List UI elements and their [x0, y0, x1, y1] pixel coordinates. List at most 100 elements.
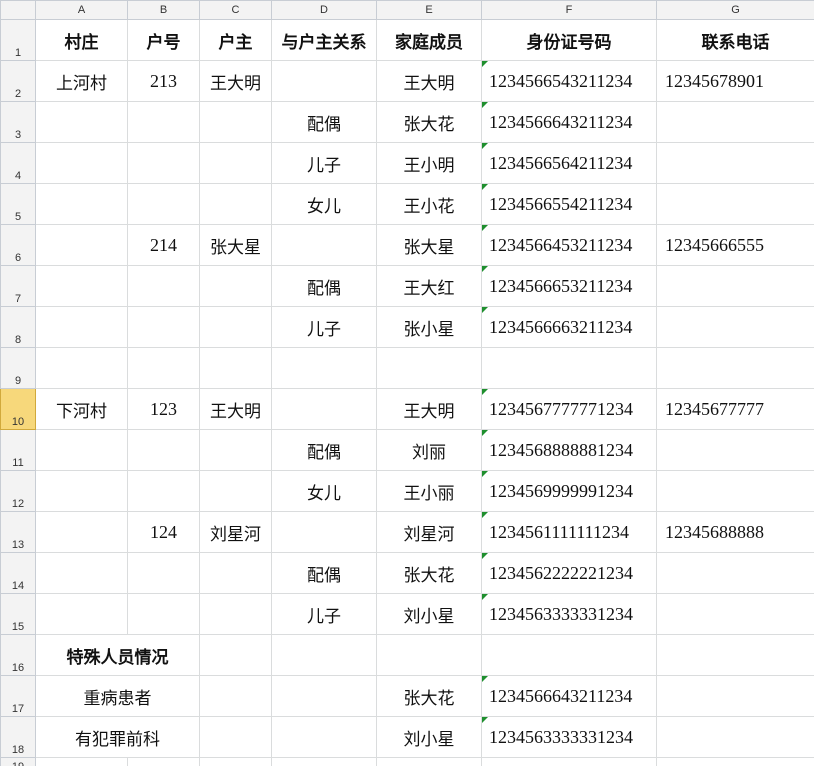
row-header[interactable]: 15	[0, 593, 36, 635]
cell-village[interactable]: 上河村	[35, 60, 128, 102]
row-header[interactable]: 3	[0, 101, 36, 143]
cell-member[interactable]: 王小花	[376, 183, 482, 225]
cell-village[interactable]	[35, 183, 128, 225]
cell-village[interactable]	[35, 265, 128, 307]
cell-village[interactable]	[35, 101, 128, 143]
cell-member[interactable]: 王大明	[376, 60, 482, 102]
cell-id-number[interactable]: 1234566643211234	[481, 101, 657, 143]
cell-household-no[interactable]: 124	[127, 511, 200, 553]
row-header[interactable]: 8	[0, 306, 36, 348]
cell-village[interactable]	[35, 552, 128, 594]
cell-member[interactable]: 张大星	[376, 224, 482, 266]
cell-member[interactable]: 张小星	[376, 306, 482, 348]
cell-member[interactable]: 王小丽	[376, 470, 482, 512]
cell-household-no[interactable]	[127, 347, 200, 389]
cell-household-no[interactable]	[127, 552, 200, 594]
cell-household-no[interactable]	[127, 183, 200, 225]
cell-relationship[interactable]: 女儿	[271, 470, 377, 512]
cell-member[interactable]: 张大花	[376, 552, 482, 594]
cell-phone[interactable]	[656, 552, 814, 594]
row-header[interactable]: 10	[0, 388, 36, 430]
empty-cell[interactable]	[656, 757, 814, 766]
row-header[interactable]: 2	[0, 60, 36, 102]
empty-cell[interactable]	[656, 716, 814, 758]
cell-id-number[interactable]	[481, 347, 657, 389]
row-header[interactable]: 16	[0, 634, 36, 676]
cell-householder[interactable]	[199, 183, 272, 225]
cell-household-no[interactable]: 213	[127, 60, 200, 102]
column-header-c[interactable]: C	[199, 0, 272, 20]
cell-householder[interactable]	[199, 347, 272, 389]
header-cell-member[interactable]: 家庭成员	[376, 19, 482, 61]
cell-householder[interactable]	[199, 429, 272, 471]
cell-id-number[interactable]: 1234563333331234	[481, 593, 657, 635]
empty-cell[interactable]	[199, 757, 272, 766]
special-section-title[interactable]: 特殊人员情况	[35, 634, 200, 676]
cell-village[interactable]	[35, 347, 128, 389]
cell-household-no[interactable]: 123	[127, 388, 200, 430]
header-cell-phone[interactable]: 联系电话	[656, 19, 814, 61]
cell-householder[interactable]: 刘星河	[199, 511, 272, 553]
cell-village[interactable]: 下河村	[35, 388, 128, 430]
row-header[interactable]: 12	[0, 470, 36, 512]
empty-cell[interactable]	[271, 675, 377, 717]
cell-household-no[interactable]	[127, 142, 200, 184]
row-header[interactable]: 9	[0, 347, 36, 389]
cell-id-number[interactable]: 1234566663211234	[481, 306, 657, 348]
cell-id-number[interactable]: 1234567777771234	[481, 388, 657, 430]
cell-id-number[interactable]: 1234563333331234	[481, 716, 657, 758]
cell-householder[interactable]	[199, 470, 272, 512]
empty-cell[interactable]	[481, 634, 657, 676]
cell-member[interactable]	[376, 347, 482, 389]
cell-phone[interactable]	[656, 470, 814, 512]
empty-cell[interactable]	[376, 757, 482, 766]
special-category-label[interactable]: 有犯罪前科	[35, 716, 200, 758]
row-header[interactable]: 1	[0, 19, 36, 61]
cell-member[interactable]: 王小明	[376, 142, 482, 184]
cell-householder[interactable]: 王大明	[199, 60, 272, 102]
cell-relationship[interactable]: 儿子	[271, 593, 377, 635]
select-all-corner[interactable]	[0, 0, 36, 20]
row-header[interactable]: 17	[0, 675, 36, 717]
cell-phone[interactable]	[656, 142, 814, 184]
cell-relationship[interactable]: 配偶	[271, 429, 377, 471]
cell-id-number[interactable]: 1234566643211234	[481, 675, 657, 717]
special-category-label[interactable]: 重病患者	[35, 675, 200, 717]
cell-id-number[interactable]: 1234566543211234	[481, 60, 657, 102]
cell-phone[interactable]	[656, 265, 814, 307]
cell-village[interactable]	[35, 429, 128, 471]
cell-phone[interactable]: 12345678901	[656, 60, 814, 102]
column-header-f[interactable]: F	[481, 0, 657, 20]
empty-cell[interactable]	[271, 634, 377, 676]
cell-id-number[interactable]: 1234562222221234	[481, 552, 657, 594]
empty-cell[interactable]	[199, 716, 272, 758]
cell-relationship[interactable]	[271, 60, 377, 102]
cell-id-number[interactable]: 1234566554211234	[481, 183, 657, 225]
cell-household-no[interactable]	[127, 593, 200, 635]
cell-relationship[interactable]	[271, 388, 377, 430]
cell-phone[interactable]: 12345666555	[656, 224, 814, 266]
cell-member[interactable]: 张大花	[376, 101, 482, 143]
header-cell-householder[interactable]: 户主	[199, 19, 272, 61]
cell-householder[interactable]	[199, 593, 272, 635]
empty-cell[interactable]	[199, 634, 272, 676]
cell-member[interactable]: 王大明	[376, 388, 482, 430]
column-header-g[interactable]: G	[656, 0, 814, 20]
empty-cell[interactable]	[199, 675, 272, 717]
cell-member[interactable]: 刘星河	[376, 511, 482, 553]
cell-relationship[interactable]	[271, 347, 377, 389]
header-cell-household-no[interactable]: 户号	[127, 19, 200, 61]
row-header[interactable]: 13	[0, 511, 36, 553]
spreadsheet-grid[interactable]: A B C D E F G 1 村庄 户号 户主 与户主关系 家庭成员 身份证号…	[0, 0, 814, 766]
cell-id-number[interactable]: 1234569999991234	[481, 470, 657, 512]
cell-member[interactable]: 张大花	[376, 675, 482, 717]
cell-village[interactable]	[35, 511, 128, 553]
cell-relationship[interactable]	[271, 224, 377, 266]
cell-member[interactable]: 刘小星	[376, 716, 482, 758]
cell-phone[interactable]	[656, 429, 814, 471]
row-header[interactable]: 18	[0, 716, 36, 758]
row-header[interactable]: 5	[0, 183, 36, 225]
header-cell-village[interactable]: 村庄	[35, 19, 128, 61]
header-cell-relationship[interactable]: 与户主关系	[271, 19, 377, 61]
cell-householder[interactable]	[199, 101, 272, 143]
